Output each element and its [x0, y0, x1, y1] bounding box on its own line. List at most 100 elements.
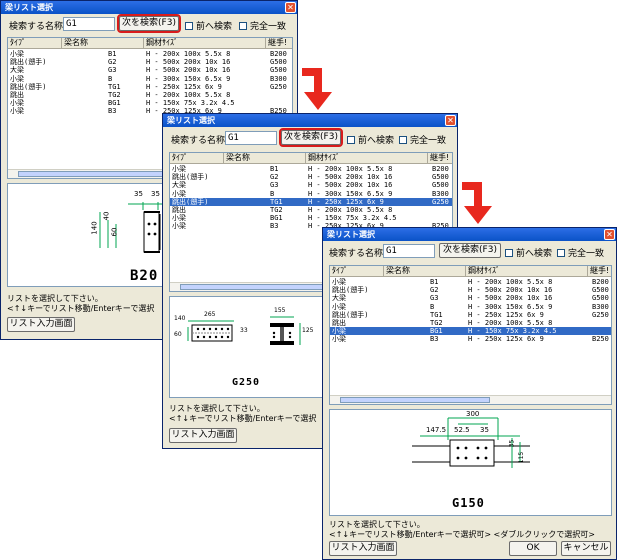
list-header: ﾀｲﾌﾟ 梁名称 鋼材ｻｲｽﾞ 継手!	[170, 153, 452, 164]
column-size[interactable]: 鋼材ｻｲｽﾞ	[308, 153, 428, 163]
column-end[interactable]: 継手!	[430, 153, 452, 163]
exact-match-checkbox[interactable]: 完全一致	[239, 19, 286, 32]
window-title: 梁リスト選択	[167, 116, 215, 125]
list-item[interactable]: 小梁 B1 H - 200x 100x 5.5x 8 B200	[8, 50, 292, 58]
dialog-window-3: 梁リスト選択 ✕ 検索する名称: G1 次を検索(F3) 前へ検索 完全一致 ﾀ…	[322, 227, 617, 560]
cell-name: B3	[108, 107, 117, 116]
cell-size: H - 300x 150x 6.5x 9	[146, 74, 231, 83]
horizontal-scrollbar[interactable]	[330, 395, 611, 404]
list-item[interactable]: 小梁 B3 H - 250x 125x 6x 9 B250	[330, 335, 611, 343]
cell-type: 大梁	[332, 294, 346, 303]
cell-type: 小梁	[10, 50, 24, 58]
list-item[interactable]: 跳出 TG2 H - 200x 100x 5.5x 8	[8, 91, 292, 99]
list-item[interactable]: 大梁 G3 H - 500x 200x 10x 16 G500	[170, 181, 452, 189]
section-name: B20	[130, 268, 159, 284]
cell-code: G500	[270, 66, 287, 75]
column-end[interactable]: 継手!	[590, 266, 611, 276]
list-item[interactable]: 跳出 TG2 H - 200x 100x 5.5x 8	[170, 206, 452, 214]
list-item[interactable]: 跳出(遡手) G2 H - 500x 200x 10x 16 G500	[170, 173, 452, 181]
find-next-button[interactable]: 次を検索(F3)	[279, 128, 343, 147]
find-next-button[interactable]: 次を検索(F3)	[117, 14, 181, 33]
status-line-1: リストを選択して下さい。	[329, 520, 425, 529]
cell-name: G3	[270, 181, 279, 190]
list-input-button[interactable]: リスト入力画面	[329, 541, 397, 556]
section-preview: 300 147.5 52.5 35 35 115 G150	[329, 409, 612, 516]
cell-name: TG2	[270, 206, 283, 214]
list-item[interactable]: 小梁 B H - 300x 150x 6.5x 9 B300	[330, 303, 611, 311]
exact-match-checkbox[interactable]: 完全一致	[557, 246, 604, 259]
window-title: 梁リスト選択	[5, 3, 53, 12]
cell-type: 跳出(遡手)	[10, 82, 47, 91]
list-item[interactable]: 小梁 B1 H - 200x 100x 5.5x 8 B200	[170, 165, 452, 173]
list-item[interactable]: 小梁 B H - 300x 150x 6.5x 9 B300	[170, 190, 452, 198]
column-type[interactable]: ﾀｲﾌﾟ	[332, 266, 384, 276]
dim-6: 115	[518, 451, 526, 464]
list-item[interactable]: 跳出(遡手) G2 H - 500x 200x 10x 16 G500	[330, 286, 611, 294]
window-title: 梁リスト選択	[327, 230, 375, 239]
column-name[interactable]: 梁名称	[386, 266, 466, 276]
cell-name: G3	[430, 294, 439, 303]
cell-type: 跳出(遡手)	[172, 173, 209, 182]
column-size[interactable]: 鋼材ｻｲｽﾞ	[146, 38, 266, 48]
list-item[interactable]: 跳出(遡手) TG1 H - 250x 125x 6x 9 G250	[330, 311, 611, 319]
list-item[interactable]: 小梁 BG1 H - 150x 75x 3.2x 4.5	[330, 327, 611, 336]
dim-3: 140	[90, 221, 99, 235]
search-label: 検索する名称:	[329, 249, 387, 259]
dim-1: 300	[466, 410, 480, 418]
cell-name: BG1	[270, 214, 283, 223]
list-item[interactable]: 跳出 TG2 H - 200x 100x 5.5x 8	[330, 319, 611, 327]
list-input-button[interactable]: リスト入力画面	[7, 317, 75, 332]
cell-code: G500	[270, 58, 287, 67]
list-item[interactable]: 小梁 B H - 300x 150x 6.5x 9 B300	[8, 75, 292, 83]
column-name[interactable]: 梁名称	[64, 38, 144, 48]
close-button[interactable]: ✕	[604, 229, 615, 240]
cell-type: 大梁	[172, 181, 186, 190]
list-item[interactable]: 小梁 BG1 H - 150x 75x 3.2x 4.5	[8, 99, 292, 107]
list-item[interactable]: 大梁 G3 H - 500x 200x 10x 16 G500	[330, 294, 611, 302]
column-name[interactable]: 梁名称	[226, 153, 306, 163]
column-type[interactable]: ﾀｲﾌﾟ	[10, 38, 62, 48]
cell-size: H - 150x 75x 3.2x 4.5	[468, 327, 557, 336]
list-item[interactable]: 跳出(遡手) TG1 H - 250x 125x 6x 9 G250	[170, 197, 452, 206]
cell-size: H - 150x 75x 3.2x 4.5	[146, 99, 235, 108]
find-prev-checkbox[interactable]: 前へ検索	[347, 133, 394, 146]
list-header: ﾀｲﾌﾟ 梁名称 鋼材ｻｲｽﾞ 継手!	[8, 38, 292, 49]
search-input[interactable]: G1	[225, 131, 277, 145]
find-prev-checkbox[interactable]: 前へ検索	[505, 246, 552, 259]
list-item[interactable]: 小梁 BG1 H - 150x 75x 3.2x 4.5	[170, 214, 452, 222]
list-input-button[interactable]: リスト入力画面	[169, 428, 237, 443]
cell-code: G500	[432, 181, 449, 190]
status-line-2: <↑↓キーでリスト移動/Enterキーで選択可> <ダブルクリックで選択可>	[329, 530, 595, 539]
step-arrow-1	[302, 68, 332, 110]
cell-type: 大梁	[10, 66, 24, 75]
status-line-1: リストを選択して下さい。	[7, 294, 103, 303]
cell-name: B3	[270, 222, 279, 231]
cell-name: BG1	[430, 327, 443, 336]
find-next-button[interactable]: 次を検索(F3)	[439, 243, 501, 258]
search-label: 検索する名称:	[9, 22, 67, 32]
cell-name: TG1	[108, 82, 121, 91]
list-item[interactable]: 小梁 B1 H - 200x 100x 5.5x 8 B200	[330, 278, 611, 286]
beam-list[interactable]: ﾀｲﾌﾟ 梁名称 鋼材ｻｲｽﾞ 継手! 小梁 B1 H - 200x 100x 5.…	[329, 265, 612, 405]
column-type[interactable]: ﾀｲﾌﾟ	[172, 153, 224, 163]
dim-1: 265	[204, 311, 216, 318]
column-end[interactable]: 継手!	[268, 38, 292, 48]
dim-4: 35	[480, 426, 489, 434]
ok-button[interactable]: OK	[509, 541, 557, 556]
search-input[interactable]: G1	[383, 244, 435, 258]
cell-size: H - 200x 100x 5.5x 8	[146, 50, 231, 58]
search-input[interactable]: G1	[63, 17, 115, 31]
cancel-button[interactable]: キャンセル	[561, 541, 611, 556]
cell-code: G250	[592, 310, 609, 319]
close-button[interactable]: ✕	[445, 115, 456, 126]
cell-type: 小梁	[172, 214, 186, 223]
list-item[interactable]: 大梁 G3 H - 500x 200x 10x 16 G500	[8, 66, 292, 74]
column-size[interactable]: 鋼材ｻｲｽﾞ	[468, 266, 588, 276]
exact-match-checkbox[interactable]: 完全一致	[399, 133, 446, 146]
find-prev-checkbox[interactable]: 前へ検索	[185, 19, 232, 32]
cell-name: G2	[270, 173, 279, 182]
list-item[interactable]: 跳出(遡手) TG1 H - 250x 125x 6x 9 G250	[8, 83, 292, 91]
close-button[interactable]: ✕	[285, 2, 296, 13]
list-item[interactable]: 跳出(遡手) G2 H - 500x 200x 10x 16 G500	[8, 58, 292, 66]
cell-size: H - 250x 125x 6x 9	[146, 82, 222, 91]
